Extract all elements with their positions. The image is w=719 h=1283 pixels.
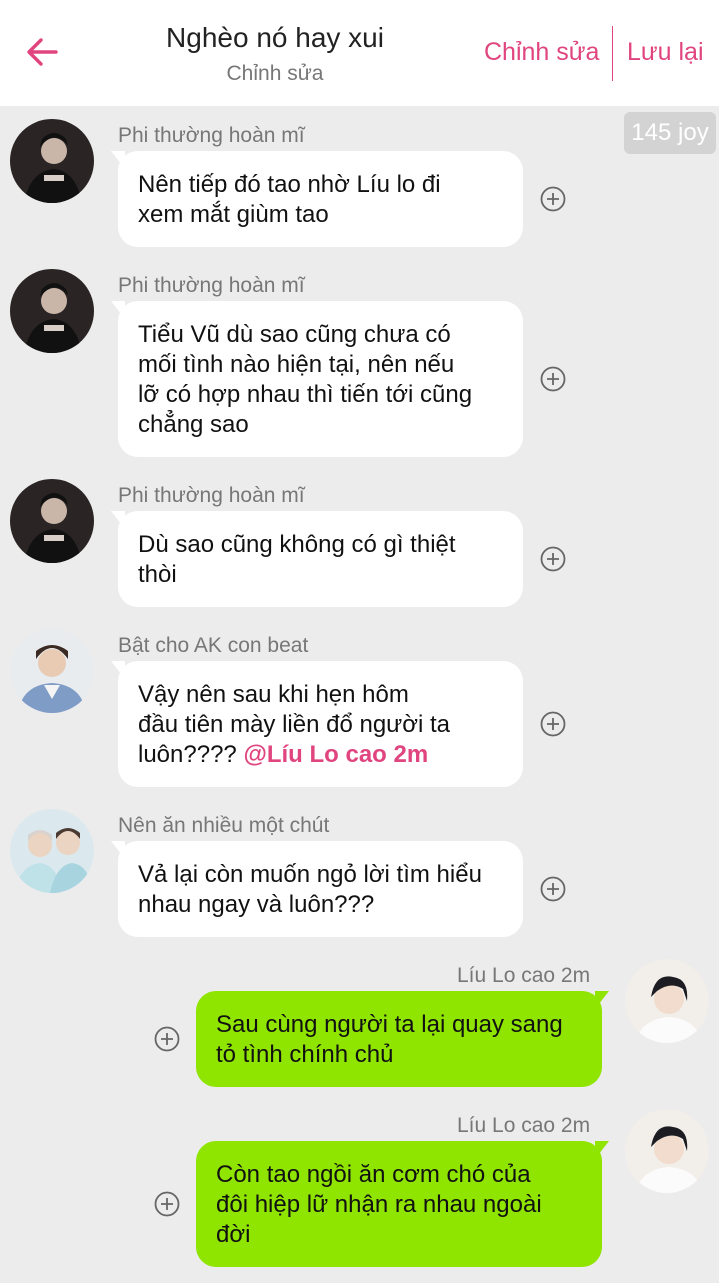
back-button[interactable] bbox=[20, 30, 64, 74]
message-line: thòi bbox=[138, 561, 177, 588]
message-bubble[interactable]: Sau cùng người ta lại quay sang tỏ tình … bbox=[196, 991, 609, 1087]
message-line: luôn???? @Líu Lo cao 2m bbox=[138, 740, 503, 770]
chat-title: Nghèo nó hay xui bbox=[166, 22, 384, 53]
message-text: luôn???? bbox=[138, 741, 237, 768]
plus-circle-icon[interactable] bbox=[540, 876, 566, 902]
message-bubble[interactable]: Vậy nên sau khi hẹn hôm đầu tiên mày liề… bbox=[111, 661, 523, 787]
arrow-left-icon bbox=[27, 38, 58, 66]
sender-name: Phi thường hoàn mĩ bbox=[118, 274, 305, 297]
avatar[interactable] bbox=[10, 629, 94, 713]
avatar[interactable] bbox=[625, 959, 709, 1043]
avatar[interactable] bbox=[10, 119, 94, 203]
avatar[interactable] bbox=[625, 1109, 709, 1193]
message-bubble[interactable]: Vả lại còn muốn ngỏ lời tìm hiểu nhau ng… bbox=[111, 841, 523, 937]
sender-name: Líu Lo cao 2m bbox=[457, 964, 591, 987]
avatar[interactable] bbox=[10, 479, 94, 563]
message-line: xem mắt giùm tao bbox=[138, 201, 329, 228]
message-line: tỏ tình chính chủ bbox=[216, 1041, 394, 1068]
message-bubble[interactable]: Nên tiếp đó tao nhờ Líu lo đi xem mắt gi… bbox=[111, 151, 523, 247]
plus-circle-icon[interactable] bbox=[154, 1191, 180, 1217]
avatar[interactable] bbox=[10, 809, 94, 893]
message-line: chẳng sao bbox=[138, 411, 249, 438]
message-line: Nên tiếp đó tao nhờ Líu lo đi bbox=[138, 171, 441, 198]
sender-name: Phi thường hoàn mĩ bbox=[118, 484, 305, 507]
sender-name: Phi thường hoàn mĩ bbox=[118, 124, 305, 147]
avatar[interactable] bbox=[10, 269, 94, 353]
message-line: đời bbox=[216, 1221, 251, 1248]
sender-name: Líu Lo cao 2m bbox=[457, 1114, 591, 1137]
header-bar: Nghèo nó hay xui Chỉnh sửa Chỉnh sửa Lưu… bbox=[0, 0, 719, 106]
message-bubble[interactable]: Tiểu Vũ dù sao cũng chưa có mối tình nào… bbox=[111, 301, 523, 457]
message-line: Còn tao ngồi ăn cơm chó của bbox=[216, 1161, 531, 1188]
user-mention[interactable]: @Líu Lo cao 2m bbox=[243, 741, 428, 768]
message-line: đôi hiệp lữ nhận ra nhau ngoài bbox=[216, 1191, 542, 1218]
sender-name: Bật cho AK con beat bbox=[118, 634, 309, 657]
plus-circle-icon[interactable] bbox=[540, 711, 566, 737]
plus-circle-icon[interactable] bbox=[540, 366, 566, 392]
message-bubble[interactable]: Còn tao ngồi ăn cơm chó của đôi hiệp lữ … bbox=[196, 1141, 609, 1267]
message-line: Sau cùng người ta lại quay sang bbox=[216, 1011, 563, 1038]
chat-subtitle: Chỉnh sửa bbox=[226, 62, 324, 85]
message-line: Tiểu Vũ dù sao cũng chưa có bbox=[138, 321, 451, 348]
plus-circle-icon[interactable] bbox=[540, 546, 566, 572]
message-line: mối tình nào hiện tại, nên nếu bbox=[138, 351, 455, 378]
header-divider bbox=[612, 26, 613, 81]
save-button[interactable]: Lưu lại bbox=[627, 38, 704, 67]
message-line: nhau ngay và luôn??? bbox=[138, 891, 375, 918]
edit-button[interactable]: Chỉnh sửa bbox=[484, 38, 599, 67]
message-line: đầu tiên mày liền đổ người ta bbox=[138, 711, 450, 738]
message-line: Dù sao cũng không có gì thiệt bbox=[138, 531, 456, 558]
joy-badge: 145 joy bbox=[624, 112, 716, 154]
message-line: Vả lại còn muốn ngỏ lời tìm hiểu bbox=[138, 861, 482, 888]
message-bubble[interactable]: Dù sao cũng không có gì thiệt thòi bbox=[111, 511, 523, 607]
message-line: Vậy nên sau khi hẹn hôm bbox=[138, 681, 409, 708]
plus-circle-icon[interactable] bbox=[154, 1026, 180, 1052]
sender-name: Nên ăn nhiều một chút bbox=[118, 814, 330, 837]
message-line: lỡ có hợp nhau thì tiến tới cũng bbox=[138, 381, 473, 408]
plus-circle-icon[interactable] bbox=[540, 186, 566, 212]
